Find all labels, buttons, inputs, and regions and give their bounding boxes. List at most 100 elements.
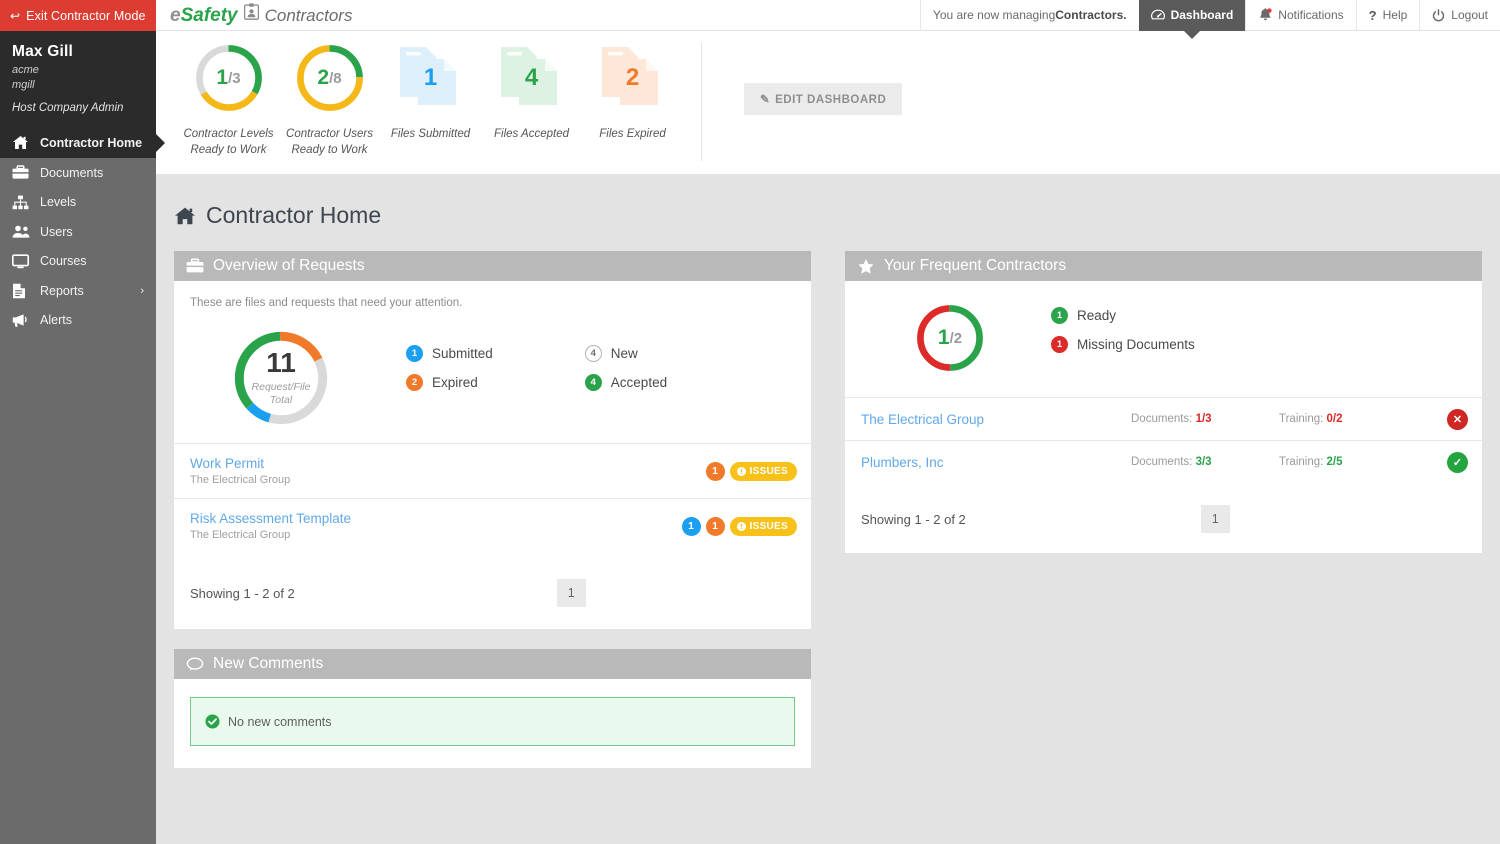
request-count-badge: 1	[705, 461, 725, 481]
frequent-ready-count: 1	[937, 326, 950, 349]
kpi-label: Files Submitted	[390, 128, 471, 140]
request-row-info: Risk Assessment Template The Electrical G…	[190, 511, 351, 541]
question-icon: ?	[1368, 7, 1377, 23]
top-nav-item-help[interactable]: ? Help	[1355, 0, 1420, 31]
issues-badge[interactable]: ISSUES	[729, 461, 797, 481]
user-name: Max Gill	[12, 43, 74, 60]
frequent-donut-center: 1 /2	[911, 299, 989, 377]
training-label: Training:	[1279, 413, 1327, 425]
kpi-value: 2	[317, 66, 330, 89]
sidebar-item-levels[interactable]: Levels	[0, 188, 156, 218]
kpi-value: 2	[625, 64, 640, 91]
exit-contractor-mode-button[interactable]: ↩ Exit Contractor Mode	[0, 0, 156, 31]
contractor-status-icon: ✓	[1447, 451, 1468, 473]
sidebar-item-label: Levels	[40, 195, 77, 210]
issues-badge[interactable]: ISSUES	[729, 516, 797, 536]
issues-label: ISSUES	[749, 465, 788, 477]
top-nav-item-logout[interactable]: Logout	[1419, 0, 1500, 31]
top-nav-item-notifications[interactable]: Notifications	[1245, 0, 1355, 31]
request-title-link[interactable]: Work Permit	[190, 456, 290, 471]
request-row[interactable]: Work Permit The Electrical Group 1 ISSUES	[174, 443, 811, 498]
request-row[interactable]: Risk Assessment Template The Electrical G…	[174, 498, 811, 553]
frequent-chart-area: 1 /2 1 Ready 1 Missing Documents	[845, 281, 1482, 397]
exit-contractor-mode-label: Exit Contractor Mode	[26, 8, 146, 23]
requests-total-caption: Request/File Total	[251, 380, 311, 406]
id-badge-icon	[243, 2, 259, 25]
kpi-items: 1/3 Contractor Levels Ready to Work 2/8 Cont…	[156, 31, 683, 158]
request-rows: Work Permit The Electrical Group 1 ISSUES Ri…	[174, 443, 811, 553]
legend-label: Accepted	[610, 375, 668, 390]
documents-value: 3/3	[1195, 456, 1212, 468]
back-arrow-icon: ↩	[10, 8, 21, 23]
sidebar-item-courses[interactable]: Courses	[0, 247, 156, 277]
exclamation-circle-icon	[736, 521, 746, 531]
user-username: mgill	[12, 79, 35, 91]
main-content: Contractor Home Overview of Requests The…	[156, 174, 1500, 844]
sidebar-item-alerts[interactable]: Alerts	[0, 306, 156, 336]
request-contractor-name: The Electrical Group	[190, 474, 291, 486]
check-circle-icon	[205, 714, 220, 729]
dashboard-columns: Overview of Requests These are files and…	[156, 229, 1500, 788]
kpi-donut-center: 2/8	[291, 39, 369, 117]
legend-label: Submitted	[432, 346, 493, 361]
overview-showing-text: Showing 1 - 2 of 2	[190, 585, 295, 601]
kpi-label: Contractor Users Ready to Work	[286, 128, 373, 156]
kpi-divider	[701, 43, 702, 161]
request-badges: 1 1 ISSUES	[681, 516, 797, 536]
legend-count-badge: 1	[1051, 307, 1068, 324]
kpi-files-accepted[interactable]: 4 Files Accepted	[481, 39, 582, 158]
no-comments-text: No new comments	[228, 714, 332, 729]
legend-item-expired: 2 Expired	[406, 374, 493, 391]
legend-label: Expired	[432, 375, 478, 390]
edit-dashboard-label: EDIT DASHBOARD	[775, 94, 887, 106]
legend-label: New	[610, 346, 638, 361]
legend-count-badge: 4	[584, 374, 602, 391]
sidebar-item-users[interactable]: Users	[0, 217, 156, 247]
overview-page-1-button[interactable]: 1	[556, 579, 586, 607]
frequent-page-1-button[interactable]: 1	[1200, 505, 1230, 533]
kpi-contractor-users-ready-to-work[interactable]: 2/8 Contractor Users Ready to Work	[279, 39, 380, 158]
frequent-contractor-rows: The Electrical Group Documents: 1/3 Traini…	[845, 397, 1482, 483]
sidebar: ↩ Exit Contractor Mode Max Gill acme mgi…	[0, 0, 156, 844]
contractor-row[interactable]: The Electrical Group Documents: 1/3 Traini…	[845, 397, 1482, 440]
requests-legend-column-2: 4 New 4 Accepted	[584, 345, 668, 433]
requests-donut-center: 11 Request/File Total	[226, 323, 336, 433]
top-bar: e Safety Contractors You are now managin…	[156, 0, 1500, 31]
kpi-label: Contractor Levels Ready to Work	[183, 128, 274, 156]
sidebar-item-reports[interactable]: Reports ›	[0, 276, 156, 306]
frequent-legend-item-ready: 1 Ready	[1051, 307, 1195, 324]
sidebar-item-contractor-home[interactable]: Contractor Home	[0, 127, 156, 158]
brand-logo[interactable]: e Safety Contractors	[156, 2, 352, 27]
pencil-icon: ✎	[760, 94, 771, 106]
kpi-contractor-levels-ready-to-work[interactable]: 1/3 Contractor Levels Ready to Work	[178, 39, 279, 158]
briefcase-icon	[186, 258, 204, 274]
contractor-documents-stat: Documents: 3/3	[1131, 456, 1279, 468]
kpi-files-submitted[interactable]: 1 Files Submitted	[380, 39, 481, 158]
sidebar-item-documents[interactable]: Documents	[0, 158, 156, 188]
overview-panel-header: Overview of Requests	[174, 251, 811, 281]
kpi-value: 1	[216, 66, 229, 89]
frequent-contractors-panel: Your Frequent Contractors 1 /2 1 Ready 1 Mi…	[845, 251, 1482, 553]
top-nav-item-dashboard[interactable]: Dashboard	[1138, 0, 1246, 31]
request-row-info: Work Permit The Electrical Group	[190, 456, 290, 486]
comments-body: No new comments	[174, 679, 811, 768]
contractor-row[interactable]: Plumbers, Inc Documents: 3/3 Training: 2/5…	[845, 440, 1482, 483]
sidebar-item-label: Documents	[40, 165, 104, 180]
file-icon	[12, 283, 32, 299]
contractor-status-icon: ✕	[1447, 408, 1468, 430]
sidebar-item-label: Reports	[40, 283, 84, 298]
training-value: 2/5	[1326, 456, 1343, 468]
legend-count-badge: 4	[584, 345, 602, 362]
comment-icon	[186, 656, 204, 672]
edit-dashboard-button[interactable]: ✎ EDIT DASHBOARD	[744, 83, 903, 115]
comments-panel-title: New Comments	[213, 655, 324, 672]
request-title-link[interactable]: Risk Assessment Template	[190, 511, 351, 526]
kpi-files-expired[interactable]: 2 Files Expired	[582, 39, 683, 158]
frequent-pager: Showing 1 - 2 of 2 1	[845, 483, 1482, 553]
legend-item-new: 4 New	[584, 345, 667, 362]
contractor-name-link[interactable]: The Electrical Group	[861, 412, 1131, 427]
kpi-label: Files Expired	[599, 128, 666, 140]
briefcase-icon	[12, 165, 32, 180]
request-badges: 1 ISSUES	[705, 461, 797, 481]
contractor-name-link[interactable]: Plumbers, Inc	[861, 455, 1131, 470]
